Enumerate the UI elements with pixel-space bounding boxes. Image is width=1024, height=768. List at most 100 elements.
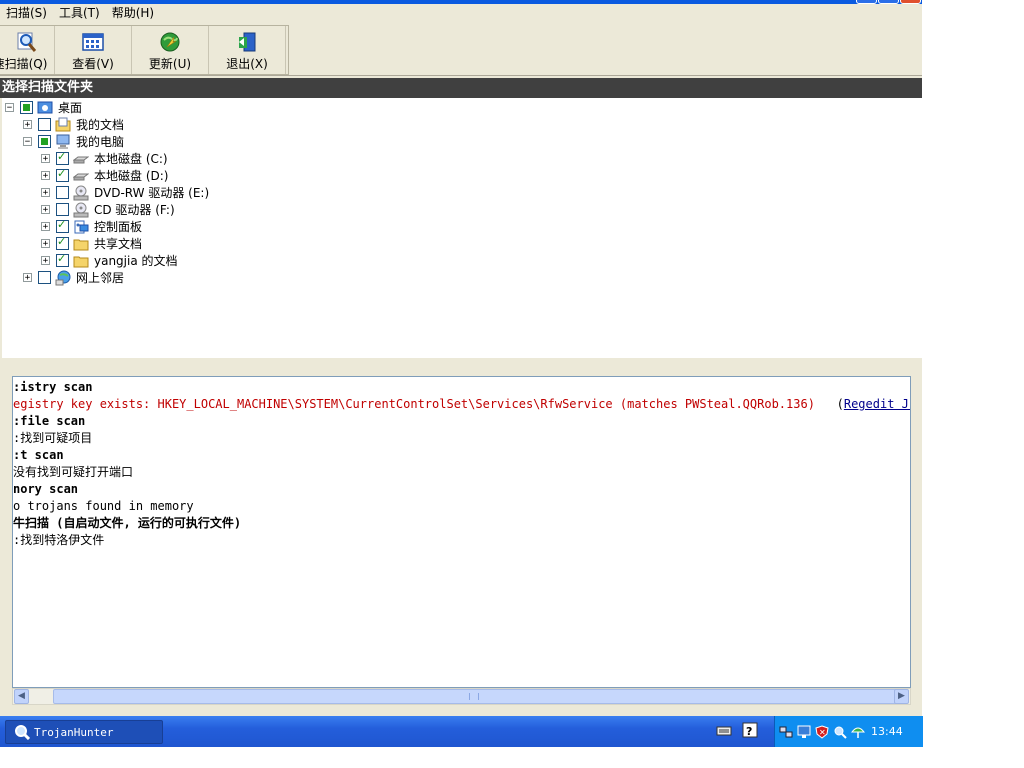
result-heading-startup: 牛扫描 (自启动文件, 运行的可执行文件) [13, 516, 242, 530]
expand-icon[interactable]: + [41, 188, 50, 198]
svg-text:✕: ✕ [819, 728, 826, 737]
checkbox-network[interactable] [38, 271, 51, 284]
tree-node-local-c[interactable]: + 本地磁盘 (C:) [41, 150, 168, 167]
tree-node-dvd[interactable]: + DVD-RW 驱动器 (E:) [41, 184, 209, 201]
expand-icon[interactable]: + [41, 256, 50, 266]
trojanhunter-window: 扫描(S) 工具(T) 帮助(H) 速扫描(Q) 查看(V) [0, 0, 922, 716]
menu-bar: 扫描(S) 工具(T) 帮助(H) [0, 4, 922, 23]
tree-label-my-documents: 我的文档 [76, 118, 125, 132]
result-startup-text: :找到特洛伊文件 [13, 533, 105, 547]
tree-node-cd[interactable]: + CD 驱动器 (F:) [41, 201, 175, 218]
checkbox-dvd[interactable] [56, 186, 69, 199]
result-heading-port: :t scan [13, 448, 64, 462]
clock: 13:44 [871, 725, 903, 738]
horizontal-scrollbar[interactable]: ◀ ▶ [12, 688, 911, 705]
checkbox-my-documents[interactable] [38, 118, 51, 131]
expand-icon[interactable]: + [41, 205, 50, 215]
tree-label-control-panel: 控制面板 [94, 220, 143, 234]
umbrella-icon[interactable] [851, 725, 865, 739]
expand-icon[interactable]: + [41, 154, 50, 164]
scroll-left-button[interactable]: ◀ [14, 689, 29, 704]
network-icon[interactable] [779, 725, 793, 739]
tree-node-my-documents[interactable]: + 我的文档 [23, 116, 124, 133]
tree-node-control-panel[interactable]: + 控制面板 [41, 218, 142, 235]
registry-warning-text: egistry key exists: HKEY_LOCAL_MACHINE\S… [13, 397, 815, 411]
view-label: 查看(V) [72, 57, 114, 71]
splitter[interactable] [2, 358, 922, 375]
menu-tools[interactable]: 工具(T) [53, 4, 106, 23]
magnifier-icon [17, 32, 37, 52]
checkbox-cd[interactable] [56, 203, 69, 216]
toolbar: 速扫描(Q) 查看(V) 更新(U) 退 [0, 25, 289, 75]
checkbox-shared-docs[interactable] [56, 235, 69, 250]
system-tray: ✕ 13:44 [774, 716, 923, 747]
result-port-text: 没有找到可疑打开端口 [13, 465, 134, 479]
help-icon[interactable]: ? [742, 722, 758, 738]
checkbox-local-c[interactable] [56, 150, 69, 165]
scroll-grip-icon [469, 693, 479, 700]
expand-icon[interactable]: + [23, 273, 32, 283]
svg-text:?: ? [746, 725, 752, 738]
regedit-jump-link[interactable]: Regedit Jump [844, 397, 910, 411]
update-button[interactable]: 更新(U) [132, 26, 209, 74]
menu-help[interactable]: 帮助(H) [106, 4, 160, 23]
checkbox-user-docs[interactable] [56, 252, 69, 267]
quick-tray: ? [716, 722, 758, 738]
tree-node-my-computer[interactable]: − 我的电脑 [23, 133, 124, 150]
exit-door-icon [239, 32, 256, 52]
scroll-thumb[interactable] [53, 689, 903, 704]
tree-label-local-c: 本地磁盘 (C:) [94, 152, 168, 166]
tree-node-network[interactable]: + 网上邻居 [23, 269, 124, 286]
hard-disk-icon [73, 173, 89, 180]
keyboard-icon[interactable] [716, 722, 732, 738]
globe-update-icon [160, 32, 180, 52]
tree-label-network: 网上邻居 [76, 271, 125, 285]
toolbar-divider [0, 75, 922, 76]
scroll-right-button[interactable]: ▶ [894, 689, 909, 704]
quick-scan-button[interactable]: 速扫描(Q) [0, 26, 55, 74]
checkbox-desktop[interactable] [20, 101, 33, 114]
window-grid-icon [82, 33, 104, 51]
expand-icon[interactable]: + [41, 171, 50, 181]
checkbox-control-panel[interactable] [56, 218, 69, 233]
expand-icon[interactable]: + [41, 222, 50, 232]
folder-tree: − 桌面 + 我的文档 − 我的电脑 + 本地磁盘 (C:) + 本地磁 [2, 98, 922, 358]
dvd-drive-icon [73, 185, 89, 200]
result-heading-memory: nory scan [13, 482, 79, 496]
tree-node-shared-docs[interactable]: + 共享文档 [41, 235, 142, 252]
documents-folder-icon [55, 117, 71, 131]
checkbox-local-d[interactable] [56, 167, 69, 182]
scan-results-panel: :istry scan egistry key exists: HKEY_LOC… [12, 376, 911, 688]
tree-label-my-computer: 我的电脑 [76, 135, 125, 149]
menu-scan[interactable]: 扫描(S) [0, 4, 53, 23]
result-heading-registry: :istry scan [13, 380, 93, 394]
link-paren-open: ( [836, 397, 844, 411]
tree-label-shared-docs: 共享文档 [94, 237, 143, 251]
tree-node-local-d[interactable]: + 本地磁盘 (D:) [41, 167, 168, 184]
checkbox-my-computer[interactable] [38, 135, 51, 148]
collapse-icon[interactable]: − [5, 103, 14, 113]
taskbar: TrojanHunter ? ✕ 13:44 [0, 716, 923, 747]
security-shield-icon[interactable]: ✕ [815, 724, 829, 739]
tree-node-user-docs[interactable]: + yangjia 的文档 [41, 252, 178, 269]
hard-disk-icon [73, 156, 89, 163]
tree-label-dvd: DVD-RW 驱动器 (E:) [94, 186, 210, 200]
collapse-icon[interactable]: − [23, 137, 32, 147]
exit-button[interactable]: 退出(X) [209, 26, 286, 74]
expand-icon[interactable]: + [41, 239, 50, 249]
result-heading-file: :file scan [13, 414, 86, 428]
expand-icon[interactable]: + [23, 120, 32, 130]
section-title: 选择扫描文件夹 [0, 78, 922, 98]
cd-drive-icon [73, 202, 89, 217]
tree-label-cd: CD 驱动器 (F:) [94, 203, 175, 217]
quick-scan-label: 速扫描(Q) [0, 57, 48, 71]
view-button[interactable]: 查看(V) [55, 26, 132, 74]
network-globe-icon [55, 270, 71, 285]
folder-icon [73, 256, 89, 267]
desktop-icon [37, 101, 53, 113]
folder-icon [73, 239, 89, 250]
monitor-icon[interactable] [797, 725, 811, 739]
taskbar-app-button[interactable]: TrojanHunter [5, 720, 163, 744]
trojan-scan-tray-icon[interactable] [833, 725, 847, 739]
tree-node-desktop[interactable]: − 桌面 [5, 99, 82, 116]
